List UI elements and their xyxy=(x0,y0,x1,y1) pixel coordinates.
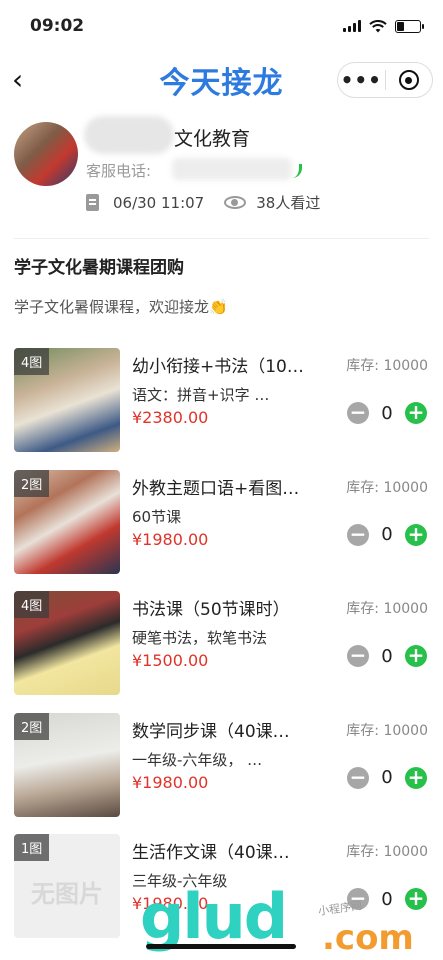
more-button[interactable]: ••• xyxy=(338,63,385,97)
product-item[interactable]: 4图 书法课（50节课时） 硬笔书法，软笔书法 ¥1500.00 库存: 100… xyxy=(0,591,443,713)
close-icon xyxy=(398,70,419,90)
home-indicator[interactable] xyxy=(146,944,296,949)
campaign-description: 学子文化暑假课程，欢迎接龙👏 xyxy=(14,298,228,316)
plus-button[interactable]: + xyxy=(405,523,427,546)
nav-bar: ‹ 今天接龙 ••• xyxy=(0,52,443,108)
phone-icon[interactable] xyxy=(292,164,302,178)
status-icons xyxy=(343,19,424,33)
product-stock: 库存: 10000 xyxy=(346,844,428,860)
product-thumbnail[interactable]: 2图 xyxy=(14,469,120,574)
quantity-stepper: − 0 + xyxy=(347,766,427,789)
product-stock: 库存: 10000 xyxy=(346,601,428,617)
image-count-badge: 2图 xyxy=(14,712,50,740)
organizer-name: 文化教育 xyxy=(174,128,251,150)
battery-icon xyxy=(395,19,424,33)
plus-button[interactable]: + xyxy=(405,766,427,789)
redacted-phone xyxy=(172,158,292,180)
mini-program-capsule: ••• xyxy=(337,62,433,98)
product-item[interactable]: 2图 外教主题口语+看图… 60节课 ¥1980.00 库存: 10000 − … xyxy=(0,469,443,592)
signal-icon xyxy=(343,20,361,32)
minus-button[interactable]: − xyxy=(347,523,369,546)
product-name: 书法课（50节课时） xyxy=(132,600,290,620)
publish-datetime: 06/30 11:07 xyxy=(113,193,205,212)
image-count-badge: 4图 xyxy=(14,348,50,375)
product-price: ¥1500.00 xyxy=(132,651,209,670)
quantity-value: 0 xyxy=(381,402,393,424)
campaign-title: 学子文化暑期课程团购 xyxy=(14,258,184,278)
view-count: 38人看过 xyxy=(256,194,321,212)
document-icon xyxy=(86,194,99,211)
quantity-value: 0 xyxy=(381,767,393,788)
quantity-value: 0 xyxy=(381,524,393,545)
product-description: 语文：拼音+识字 … xyxy=(132,386,270,404)
quantity-value: 0 xyxy=(381,888,393,910)
product-name: 生活作文课（40课… xyxy=(132,843,290,863)
product-name: 数学同步课（40课… xyxy=(132,721,290,742)
quantity-stepper: − 0 + xyxy=(347,645,427,667)
quantity-stepper: − 0 + xyxy=(347,523,427,546)
watermark-logo: glud xyxy=(140,880,288,953)
quantity-value: 0 xyxy=(381,645,393,667)
no-image-placeholder: 无图片 xyxy=(31,880,103,908)
status-time: 09:02 xyxy=(30,16,85,36)
product-price: ¥1980.00 xyxy=(132,772,209,792)
minus-button[interactable]: − xyxy=(347,766,369,789)
product-name: 外教主题口语+看图… xyxy=(132,478,300,499)
avatar[interactable] xyxy=(14,122,78,186)
product-item[interactable]: 2图 数学同步课（40课… 一年级-六年级， … ¥1980.00 库存: 10… xyxy=(0,712,443,835)
product-name: 幼小衔接+书法（10… xyxy=(132,357,304,377)
meta-row: 06/30 11:07 38人看过 xyxy=(86,192,320,213)
quantity-stepper: − 0 + xyxy=(347,402,427,424)
product-stock: 库存: 10000 xyxy=(346,479,428,496)
status-bar: 09:02 xyxy=(0,0,443,52)
product-thumbnail[interactable]: 2图 xyxy=(14,712,120,817)
product-thumbnail[interactable]: 1图 无图片 xyxy=(14,834,120,938)
product-stock: 库存: 10000 xyxy=(346,722,428,739)
page-title: 今天接龙 xyxy=(159,66,284,101)
eye-icon xyxy=(224,196,247,209)
redacted-name xyxy=(84,116,174,154)
image-count-badge: 4图 xyxy=(14,591,50,618)
product-price: ¥1980.00 xyxy=(132,529,209,549)
close-button[interactable] xyxy=(386,70,433,90)
product-description: 60节课 xyxy=(132,507,182,526)
watermark-suffix: .com xyxy=(322,918,414,958)
wifi-icon xyxy=(369,19,387,32)
product-description: 一年级-六年级， … xyxy=(132,750,263,769)
back-button[interactable]: ‹ xyxy=(12,66,23,94)
product-thumbnail[interactable]: 4图 xyxy=(14,348,120,452)
minus-button[interactable]: − xyxy=(347,645,369,667)
product-thumbnail[interactable]: 4图 xyxy=(14,591,120,695)
image-count-badge: 2图 xyxy=(14,469,50,497)
product-description: 硬笔书法，软笔书法 xyxy=(132,629,268,647)
plus-button[interactable]: + xyxy=(405,645,427,667)
minus-button[interactable]: − xyxy=(347,402,369,424)
product-list: 4图 幼小衔接+书法（10… 语文：拼音+识字 … ¥2380.00 库存: 1… xyxy=(0,348,443,956)
phone-label: 客服电话: xyxy=(86,162,152,180)
product-item[interactable]: 4图 幼小衔接+书法（10… 语文：拼音+识字 … ¥2380.00 库存: 1… xyxy=(0,348,443,470)
divider xyxy=(14,238,429,239)
product-stock: 库存: 10000 xyxy=(346,358,428,374)
product-price: ¥2380.00 xyxy=(132,408,209,427)
organizer-card: 文化教育 客服电话: 06/30 11:07 38人看过 xyxy=(0,108,443,226)
image-count-badge: 1图 xyxy=(14,834,50,861)
plus-button[interactable]: + xyxy=(405,888,427,910)
plus-button[interactable]: + xyxy=(405,402,427,424)
